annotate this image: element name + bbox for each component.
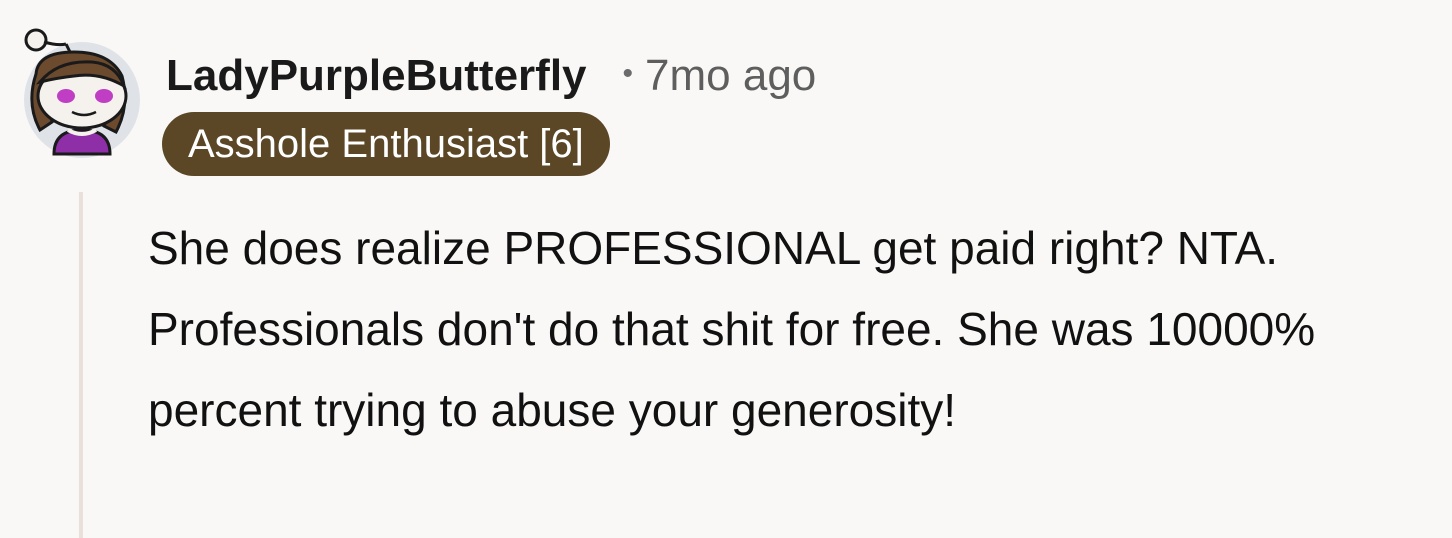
comment: LadyPurpleButterfly • 7mo ago Asshole En… bbox=[0, 0, 1452, 538]
snoo-avatar-icon bbox=[24, 28, 140, 158]
meta-separator: • bbox=[622, 57, 634, 90]
thread-line[interactable] bbox=[79, 192, 83, 538]
author-name[interactable]: LadyPurpleButterfly bbox=[166, 51, 587, 101]
user-flair: Asshole Enthusiast [6] bbox=[162, 112, 610, 176]
comment-body: She does realize PROFESSIONAL get paid r… bbox=[148, 222, 1316, 436]
comment-meta: LadyPurpleButterfly • 7mo ago bbox=[166, 46, 816, 106]
avatar[interactable] bbox=[22, 28, 142, 160]
timestamp[interactable]: 7mo ago bbox=[645, 51, 816, 101]
